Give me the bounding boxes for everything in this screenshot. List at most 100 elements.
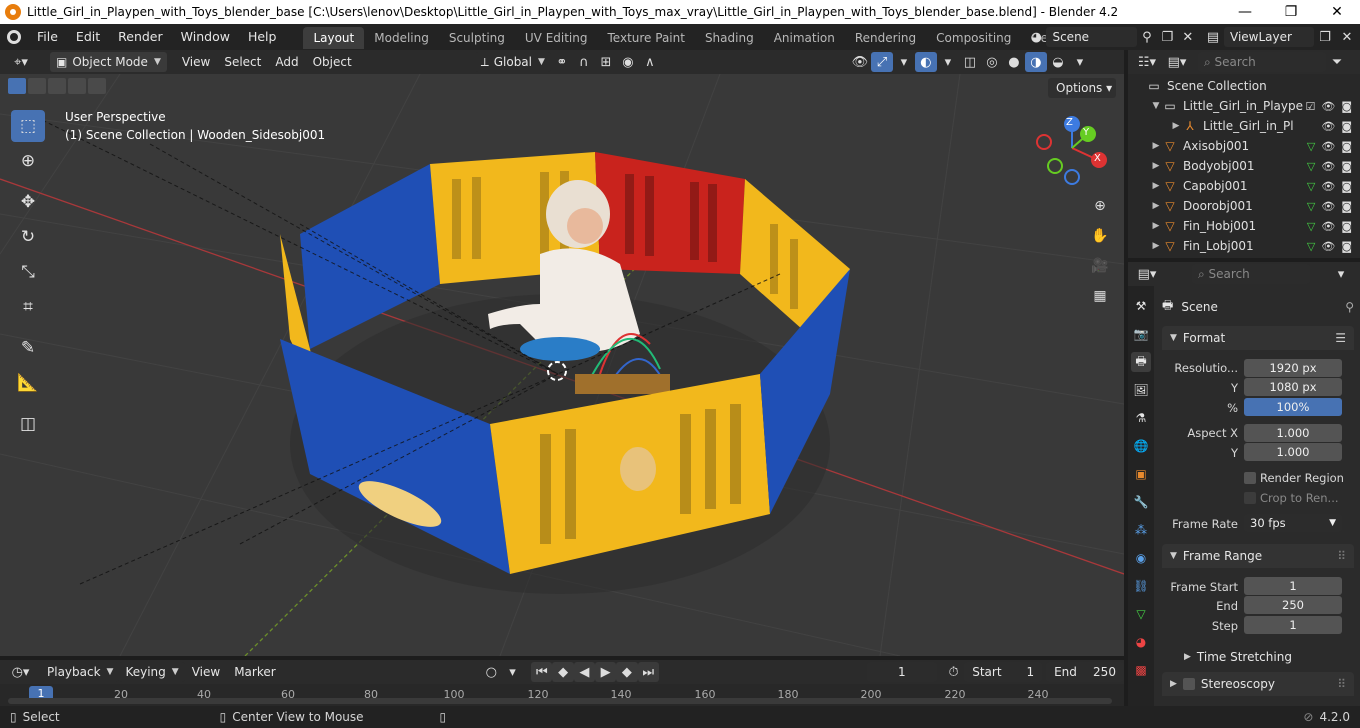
camera-icon[interactable]: ◙ <box>1341 160 1352 173</box>
output-tab-icon[interactable]: 🖶 <box>1131 352 1151 372</box>
properties-search-input[interactable]: ⌕ Search <box>1192 264 1310 284</box>
view-layer-tab-icon[interactable]: 🖼 <box>1131 380 1151 400</box>
frame-end-field[interactable]: 250 <box>1244 596 1342 614</box>
mesh-data-icon[interactable]: ▽ <box>1307 160 1315 173</box>
new-scene-icon[interactable]: ❐ <box>1157 27 1177 47</box>
keying-set-dropdown-icon[interactable]: ▾ <box>502 662 523 682</box>
menu-object[interactable]: Object <box>306 55 359 69</box>
eye-icon[interactable]: 👁 <box>1321 120 1335 133</box>
gizmo-y-label[interactable]: Y <box>1083 127 1089 138</box>
camera-icon[interactable]: ◙ <box>1341 220 1352 233</box>
wireframe-shading-icon[interactable]: ◎ <box>981 52 1003 72</box>
proportional-edit-icon[interactable]: ◉ <box>617 52 639 72</box>
annotate-tool-icon[interactable]: ✎ <box>11 332 45 364</box>
stopwatch-icon[interactable]: ⏱ <box>943 662 964 682</box>
crop-checkbox[interactable] <box>1244 492 1256 504</box>
close-button[interactable]: ✕ <box>1314 0 1360 24</box>
tab-sculpting[interactable]: Sculpting <box>439 27 515 49</box>
start-frame-field[interactable]: Start 1 <box>964 662 1043 682</box>
gizmo-z-label[interactable]: Z <box>1066 117 1073 128</box>
jump-start-icon[interactable]: ⏮ <box>531 662 553 682</box>
resolution-percent-field[interactable]: 100% <box>1244 398 1342 416</box>
camera-icon[interactable]: ◙ <box>1341 100 1352 113</box>
orthographic-grid-icon[interactable]: ▦ <box>1088 284 1112 308</box>
menu-add[interactable]: Add <box>268 55 305 69</box>
outliner-item[interactable]: ▶ ⅄ Little_Girl_in_Pl 👁 ◙ <box>1128 116 1360 136</box>
camera-icon[interactable]: ◙ <box>1341 240 1352 253</box>
rendered-shading-icon[interactable]: ◒ <box>1047 52 1069 72</box>
gizmo-x-label[interactable]: X <box>1094 153 1101 164</box>
chevron-down-icon[interactable]: ▾ <box>1330 264 1352 284</box>
shading-dropdown-icon[interactable]: ▾ <box>1069 52 1091 72</box>
end-frame-field[interactable]: End 250 <box>1046 662 1124 682</box>
frame-start-field[interactable]: 1 <box>1244 577 1342 595</box>
tab-texture-paint[interactable]: Texture Paint <box>598 27 695 49</box>
tab-layout[interactable]: Layout <box>303 27 365 49</box>
camera-icon[interactable]: ◙ <box>1341 140 1352 153</box>
chevron-right-icon[interactable]: ▶ <box>1150 201 1162 211</box>
frame-range-panel-header[interactable]: ▼ Frame Range ⠿ <box>1162 544 1354 568</box>
constraints-tab-icon[interactable]: ⛓ <box>1131 576 1151 596</box>
rotate-tool-icon[interactable]: ↻ <box>11 221 45 253</box>
chevron-right-icon[interactable]: ▶ <box>1150 221 1162 231</box>
chevron-right-icon[interactable]: ▶ <box>1150 241 1162 251</box>
scale-tool-icon[interactable]: ⤡ <box>11 256 45 288</box>
drag-handle-icon[interactable]: ⠿ <box>1337 677 1346 691</box>
stereoscopy-panel-header[interactable]: ▶ Stereoscopy ⠿ <box>1162 672 1354 696</box>
gizmo-dropdown-icon[interactable]: ▾ <box>893 52 915 72</box>
tab-animation[interactable]: Animation <box>764 27 845 49</box>
outliner-scene-collection[interactable]: ▭ Scene Collection <box>1128 76 1360 96</box>
outliner-item[interactable]: ▶ ▽ Bodyobj001 ▽ 👁 ◙ <box>1128 156 1360 176</box>
material-tab-icon[interactable]: ◕ <box>1131 632 1151 652</box>
new-view-layer-icon[interactable]: ❐ <box>1314 27 1336 47</box>
properties-editor-icon[interactable]: ▤▾ <box>1132 264 1162 284</box>
camera-icon[interactable]: ◙ <box>1341 120 1352 133</box>
eye-icon[interactable]: 👁 <box>1321 200 1335 213</box>
mode-dropdown[interactable]: ▣ Object Mode ▼ <box>50 52 167 72</box>
overlay-toggle-icon[interactable]: ◐ <box>914 52 937 72</box>
menu-view[interactable]: View <box>175 55 217 69</box>
mesh-data-icon[interactable]: ▽ <box>1307 180 1315 193</box>
data-tab-icon[interactable]: ▽ <box>1131 604 1151 624</box>
resolution-x-field[interactable]: 1920 px <box>1244 359 1342 377</box>
outliner-item[interactable]: ▶ ▽ Fin_Lobj001 ▽ 👁 ◙ <box>1128 236 1360 256</box>
blender-menu-icon[interactable] <box>0 24 28 50</box>
outliner-item[interactable]: ▶ ▽ Capobj001 ▽ 👁 ◙ <box>1128 176 1360 196</box>
jump-keyframe-forward-icon[interactable]: ◆ <box>616 662 638 682</box>
render-region-checkbox[interactable] <box>1244 472 1256 484</box>
timeline-menu-view[interactable]: View <box>185 665 227 679</box>
outliner-item[interactable]: ▶ ▽ Fin_Hobj001 ▽ 👁 ◙ <box>1128 216 1360 236</box>
render-tab-icon[interactable]: 📷 <box>1131 324 1151 344</box>
3d-viewport[interactable]: Z X Y User Perspective (1) Scene Collect… <box>0 74 1124 656</box>
eye-icon[interactable]: 👁 <box>1321 100 1335 113</box>
checkbox-icon[interactable]: ☑ <box>1305 100 1315 113</box>
eye-icon[interactable]: 👁 <box>1321 160 1335 173</box>
camera-view-icon[interactable]: 🎥 <box>1088 254 1112 278</box>
material-shading-icon[interactable]: ◑ <box>1024 52 1047 72</box>
select-subtract-icon[interactable] <box>48 78 66 94</box>
tab-uv-editing[interactable]: UV Editing <box>515 27 598 49</box>
select-extend-icon[interactable] <box>28 78 46 94</box>
transform-tool-icon[interactable]: ⌗ <box>11 291 45 323</box>
options-dropdown[interactable]: Options ▾ <box>1048 78 1116 98</box>
eye-icon[interactable]: 👁 <box>1321 240 1335 253</box>
mesh-data-icon[interactable]: ▽ <box>1307 200 1315 213</box>
move-tool-icon[interactable]: ✥ <box>11 186 45 218</box>
select-new-icon[interactable] <box>8 78 26 94</box>
particles-tab-icon[interactable]: ⁂ <box>1131 520 1151 540</box>
scene-tab-icon[interactable]: ⚗ <box>1131 408 1151 428</box>
pivot-icon[interactable]: ⚭ <box>551 52 573 72</box>
tool-tab-icon[interactable]: ⚒ <box>1131 296 1151 316</box>
select-invert-icon[interactable] <box>68 78 86 94</box>
frame-step-field[interactable]: 1 <box>1244 616 1342 634</box>
outliner-editor-icon[interactable]: ☷▾ <box>1132 52 1162 72</box>
eye-icon[interactable]: 👁 <box>1321 180 1335 193</box>
menu-window[interactable]: Window <box>172 24 239 50</box>
scene-name-field[interactable]: Scene <box>1046 27 1137 47</box>
chevron-right-icon[interactable]: ▶ <box>1150 141 1162 151</box>
add-cube-tool-icon[interactable]: ◫ <box>11 408 45 440</box>
play-reverse-icon[interactable]: ◀ <box>573 662 595 682</box>
overlay-dropdown-icon[interactable]: ▾ <box>937 52 959 72</box>
measure-tool-icon[interactable]: 📐 <box>11 367 45 399</box>
mesh-data-icon[interactable]: ▽ <box>1307 240 1315 253</box>
